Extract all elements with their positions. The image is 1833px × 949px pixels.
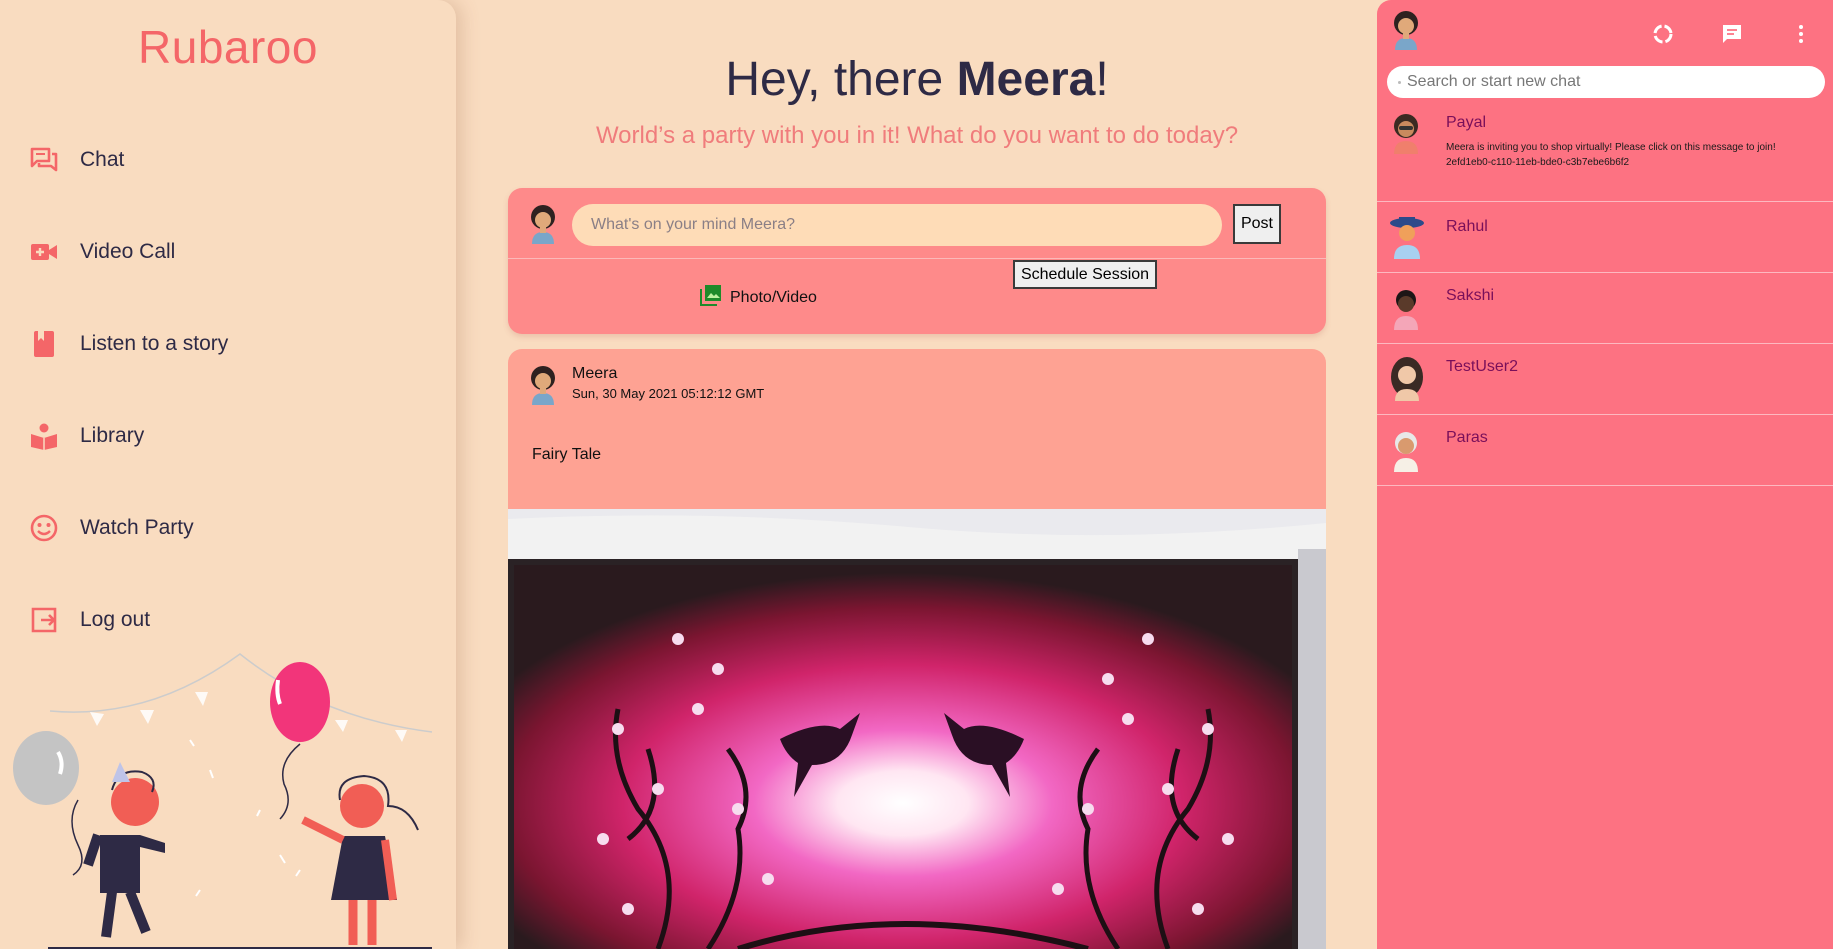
list-item[interactable]: Rahul bbox=[1377, 202, 1833, 273]
post-text: Fairy Tale bbox=[532, 446, 602, 463]
greeting-suffix: ! bbox=[1095, 53, 1109, 106]
page-title: Hey, there Meera! bbox=[508, 52, 1326, 107]
list-item[interactable]: TestUser2 bbox=[1377, 344, 1833, 415]
party-illustration bbox=[0, 640, 456, 949]
sidebar-item-listen-story[interactable]: Listen to a story bbox=[0, 298, 456, 390]
video-call-icon bbox=[28, 236, 60, 268]
message-icon[interactable] bbox=[1720, 22, 1744, 46]
post-date: Sun, 30 May 2021 05:12:12 GMT bbox=[572, 386, 765, 401]
contact-name: Paras bbox=[1446, 429, 1488, 446]
post-composer: Post Photo/Video Schedule Session bbox=[508, 188, 1326, 334]
avatar bbox=[526, 204, 560, 249]
list-item[interactable]: Paras bbox=[1377, 415, 1833, 486]
sidebar-item-library[interactable]: Library bbox=[0, 390, 456, 482]
sidebar-item-label: Library bbox=[80, 424, 145, 447]
logout-icon bbox=[28, 604, 60, 636]
refresh-icon[interactable] bbox=[1651, 22, 1675, 46]
sidebar-item-video-call[interactable]: Video Call bbox=[0, 206, 456, 298]
chat-panel: Payal Meera is inviting you to shop virt… bbox=[1377, 0, 1833, 949]
contact-name: Rahul bbox=[1446, 218, 1488, 235]
conversation-list: Payal Meera is inviting you to shop virt… bbox=[1377, 106, 1833, 486]
sidebar-nav: Chat Video Call Listen to a story Librar… bbox=[0, 114, 456, 666]
avatar bbox=[1389, 215, 1425, 264]
sidebar-item-label: Listen to a story bbox=[80, 332, 229, 355]
contact-name: Payal bbox=[1446, 114, 1487, 131]
post-input[interactable] bbox=[572, 204, 1222, 246]
sidebar-item-watch-party[interactable]: Watch Party bbox=[0, 482, 456, 574]
post-card: Meera Sun, 30 May 2021 05:12:12 GMT Fair… bbox=[508, 349, 1326, 949]
list-item[interactable]: Sakshi bbox=[1377, 273, 1833, 344]
post-image[interactable] bbox=[508, 509, 1326, 949]
greeting-prefix: Hey, there bbox=[725, 53, 957, 106]
sidebar-item-chat[interactable]: Chat bbox=[0, 114, 456, 206]
page-subtitle: World’s a party with you in it! What do … bbox=[595, 122, 1239, 149]
forum-icon bbox=[28, 144, 60, 176]
photo-video-label: Photo/Video bbox=[730, 288, 817, 306]
book-icon bbox=[28, 328, 60, 360]
sidebar-item-label: Log out bbox=[80, 608, 151, 631]
avatar bbox=[526, 365, 560, 410]
avatar bbox=[1389, 428, 1423, 477]
list-item[interactable]: Payal Meera is inviting you to shop virt… bbox=[1377, 106, 1833, 202]
smiley-icon bbox=[28, 512, 60, 544]
last-message: Meera is inviting you to shop virtually!… bbox=[1446, 142, 1776, 168]
contact-name: TestUser2 bbox=[1446, 358, 1519, 375]
brand-logo[interactable]: Rubaroo bbox=[0, 20, 456, 74]
avatar bbox=[1389, 286, 1423, 335]
greeting-name: Meera bbox=[956, 53, 1096, 106]
avatar bbox=[1389, 357, 1425, 406]
avatar[interactable] bbox=[1389, 10, 1423, 55]
photo-video-button[interactable]: Photo/Video bbox=[700, 284, 817, 311]
search-input[interactable] bbox=[1407, 66, 1817, 98]
reader-icon bbox=[28, 420, 60, 452]
sidebar-item-label: Chat bbox=[80, 148, 125, 171]
chat-search bbox=[1387, 66, 1825, 98]
contact-name: Sakshi bbox=[1446, 287, 1495, 304]
schedule-session-button[interactable]: Schedule Session bbox=[1013, 260, 1157, 289]
sidebar-item-label: Video Call bbox=[80, 240, 176, 263]
image-icon bbox=[700, 284, 722, 311]
avatar bbox=[1389, 112, 1423, 159]
more-vert-icon[interactable] bbox=[1789, 22, 1813, 46]
post-button[interactable]: Post bbox=[1233, 204, 1281, 244]
divider bbox=[508, 258, 1326, 259]
sidebar-item-label: Watch Party bbox=[80, 516, 194, 539]
post-author: Meera bbox=[572, 365, 618, 382]
sidebar: Rubaroo Chat Video Call Listen to a stor… bbox=[0, 0, 456, 949]
search-icon bbox=[1398, 81, 1401, 84]
